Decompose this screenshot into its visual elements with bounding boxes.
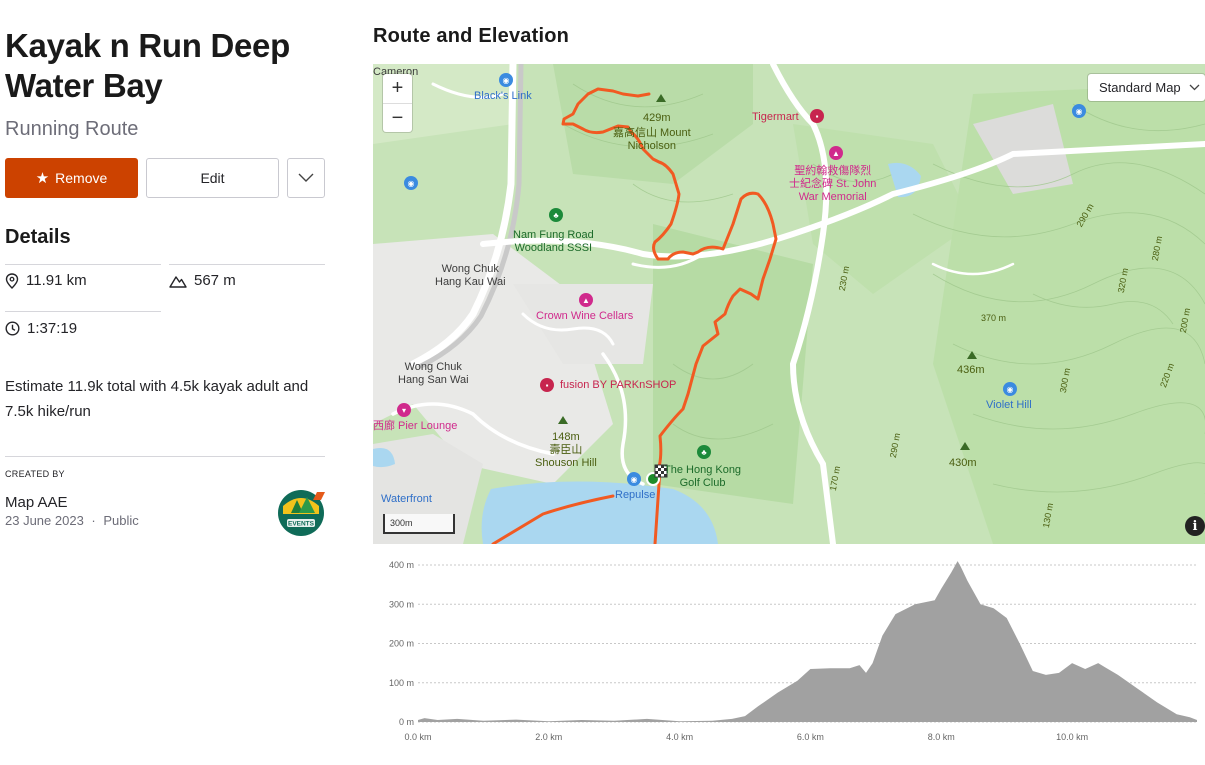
x-tick-label: 2.0 km: [535, 732, 562, 742]
meta-separator: ·: [91, 513, 96, 528]
shop-poi-icon[interactable]: ▪: [810, 109, 824, 123]
x-tick-label: 6.0 km: [797, 732, 824, 742]
map-type-select[interactable]: Standard Map: [1088, 74, 1205, 101]
time-stat: 1:37:19: [5, 320, 77, 337]
zoom-in-button[interactable]: +: [383, 74, 412, 103]
route-meta: 23 June 2023 · Public: [5, 513, 139, 528]
elevation-stat: 567 m: [169, 272, 236, 289]
route-title: Kayak n Run Deep Water Bay: [5, 27, 290, 104]
route-type: Running Route: [5, 118, 139, 140]
map-label-repulse: Repulse: [615, 489, 656, 501]
distance-stat: 11.91 km: [5, 272, 87, 289]
shop-poi-icon[interactable]: ▪: [540, 378, 554, 392]
map-label-golf-club: The Hong Kong Golf Club: [664, 464, 742, 489]
avatar-logo-icon: EVENTS: [278, 490, 325, 536]
scale-label: 300m: [390, 518, 413, 528]
map-label-tigermart: Tigermart: [752, 111, 799, 123]
elevation-value: 567 m: [194, 272, 236, 289]
avatar[interactable]: EVENTS: [277, 486, 327, 536]
more-actions-button[interactable]: [287, 158, 325, 198]
y-tick-label: 200 m: [389, 639, 414, 649]
map-label-wong-chuk-hang-kau-wai: Wong Chuk Hang Kau Wai: [435, 263, 506, 288]
route-details-panel: Kayak n Run Deep Water Bay Running Route…: [5, 0, 325, 765]
distance-value: 11.91 km: [26, 272, 87, 289]
map-label-crown-wine: Crown Wine Cellars: [536, 310, 634, 322]
camera-poi-icon[interactable]: ◉: [499, 73, 513, 87]
divider: [5, 264, 161, 265]
divider: [169, 264, 325, 265]
x-tick-label: 0.0 km: [404, 732, 431, 742]
mountain-icon: [169, 275, 187, 288]
landmark-poi-icon[interactable]: ▲: [579, 293, 593, 307]
map-type-value: Standard Map: [1099, 80, 1181, 95]
y-tick-label: 100 m: [389, 678, 414, 688]
time-value: 1:37:19: [27, 320, 78, 337]
edit-button[interactable]: Edit: [146, 158, 279, 198]
y-tick-label: 400 m: [389, 560, 414, 570]
map-label-peak-430: 430m: [949, 457, 977, 469]
created-date: 23 June 2023: [5, 513, 84, 528]
created-by-heading: CREATED BY: [5, 469, 65, 479]
x-tick-label: 10.0 km: [1056, 732, 1088, 742]
y-tick-label: 0 m: [399, 717, 414, 727]
author-name[interactable]: Map AAE: [5, 494, 68, 511]
park-poi-icon[interactable]: ♣: [697, 445, 711, 459]
chevron-down-icon: [1189, 84, 1200, 91]
map-label-xi-lang: 西廊: [373, 420, 395, 432]
divider: [5, 456, 325, 457]
elevation-chart[interactable]: 0 m 100 m 200 m 300 m 400 m 0.0 km 2.0 km 4.0 …: [373, 552, 1205, 752]
remove-button-label: Remove: [55, 170, 108, 186]
park-poi-icon[interactable]: ♣: [549, 208, 563, 222]
map-label-waterfront: Waterfront: [381, 493, 432, 505]
map-label-shouson-hill: 148m 壽臣山 Shouson Hill: [535, 431, 597, 469]
x-tick-label: 8.0 km: [928, 732, 955, 742]
route-map[interactable]: ◉ ◉ ▪ ▲ ♣ ▲ ▪ ▾ ◉ ♣ ◉ ◉ Cameron Black's …: [373, 64, 1205, 544]
landmark-poi-icon[interactable]: ▲: [829, 146, 843, 160]
camera-poi-icon[interactable]: ◉: [627, 472, 641, 486]
map-label-violet-hill: Violet Hill: [986, 399, 1032, 411]
map-scale-bar: 300m: [383, 514, 455, 534]
chevron-down-icon: [298, 173, 314, 182]
camera-poi-icon[interactable]: ◉: [1003, 382, 1017, 396]
clock-icon: [5, 321, 20, 336]
map-label-peak-436: 436m: [957, 364, 985, 376]
map-label-nam-fung: Nam Fung Road Woodland SSSI: [513, 229, 594, 254]
location-pin-icon: [5, 272, 19, 289]
x-tick-label: 4.0 km: [666, 732, 693, 742]
info-icon[interactable]: i: [1185, 516, 1205, 536]
contour-label: 370 m: [981, 313, 1007, 323]
map-base: [373, 64, 1205, 544]
map-label-fusion: fusion BY PARKnSHOP: [560, 379, 677, 391]
route-description: Estimate 11.9k total with 4.5k kayak adu…: [5, 378, 309, 420]
visibility: Public: [103, 513, 139, 528]
zoom-control: + −: [383, 74, 412, 132]
camera-poi-icon[interactable]: ◉: [1072, 104, 1086, 118]
bar-poi-icon[interactable]: ▾: [397, 403, 411, 417]
star-icon: ★: [35, 169, 50, 187]
camera-poi-icon[interactable]: ◉: [404, 176, 418, 190]
zoom-out-button[interactable]: −: [383, 103, 412, 132]
remove-button[interactable]: ★ Remove: [5, 158, 138, 198]
map-label-blacks-link: Black's Link: [474, 90, 532, 102]
divider: [5, 311, 161, 312]
edit-button-label: Edit: [200, 170, 225, 186]
map-label-mount-nicholson: 嘉高信山 Mount Nicholson: [613, 127, 691, 152]
avatar-text: EVENTS: [288, 521, 315, 528]
map-label-war-memorial: 聖約翰救傷隊烈 士紀念碑 St. John War Memorial: [789, 165, 877, 203]
map-label-wong-chuk-hang-san-wai: Wong Chuk Hang San Wai: [398, 361, 469, 386]
elevation-area: [418, 561, 1197, 722]
map-label-peak-429: 429m: [643, 112, 671, 124]
map-section-heading: Route and Elevation: [373, 25, 570, 47]
map-label-pier-lounge: Pier Lounge: [398, 420, 458, 432]
details-heading: Details: [5, 226, 71, 248]
y-tick-label: 300 m: [389, 599, 414, 609]
